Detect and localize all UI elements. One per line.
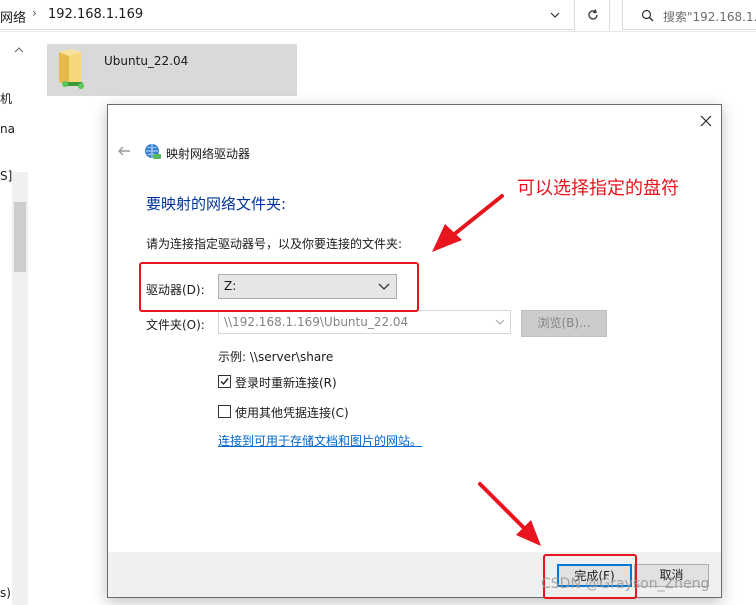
- checkmark-icon: [220, 378, 229, 386]
- nav-scrollbar-thumb[interactable]: [14, 202, 26, 272]
- chevron-down-icon: [495, 319, 505, 325]
- nav-fragment[interactable]: na: [0, 122, 15, 136]
- storage-website-link[interactable]: 连接到可用于存储文档和图片的网站。: [218, 432, 422, 449]
- reconnect-checkbox[interactable]: [218, 375, 231, 388]
- watermark: CSDN @Grayson_Zheng: [541, 576, 710, 592]
- annotation-box-drive: [139, 262, 419, 312]
- breadcrumb-separator-icon[interactable]: ›: [32, 6, 37, 20]
- example-text: 示例: \\server\share: [218, 350, 334, 364]
- address-dropdown-icon[interactable]: [548, 8, 562, 22]
- annotation-note: 可以选择指定的盘符: [517, 178, 679, 199]
- breadcrumb-host[interactable]: 192.168.1.169: [48, 7, 143, 22]
- refresh-button[interactable]: [576, 0, 610, 30]
- navigation-pane: 机 na S] s): [0, 32, 28, 605]
- folder-name: Ubuntu_22.04: [104, 54, 189, 68]
- dialog-title: 映射网络驱动器: [166, 147, 251, 161]
- network-folder-icon: [59, 49, 84, 89]
- scroll-up-icon[interactable]: [14, 42, 24, 53]
- folder-label: 文件夹(O):: [146, 318, 205, 332]
- browse-button[interactable]: 浏览(B)...: [521, 310, 607, 337]
- instruction-text: 请为连接指定驱动器号，以及你要连接的文件夹:: [146, 237, 403, 251]
- search-icon: [641, 9, 654, 22]
- network-drive-icon: [145, 144, 161, 159]
- explorer-toolbar: 网络 › 192.168.1.169 搜索"192.168.1.169": [0, 0, 756, 32]
- browse-label: 浏览(B)...: [537, 316, 591, 330]
- folder-path-value: \\192.168.1.169\Ubuntu_22.04: [224, 315, 409, 329]
- network-folder-item[interactable]: Ubuntu_22.04: [47, 44, 297, 96]
- search-box[interactable]: 搜索"192.168.1.169": [622, 0, 756, 30]
- breadcrumb-network[interactable]: 网络: [0, 7, 26, 26]
- reconnect-label[interactable]: 登录时重新连接(R): [235, 374, 337, 391]
- refresh-icon: [588, 9, 598, 20]
- back-arrow-icon[interactable]: [116, 143, 132, 159]
- search-placeholder: 搜索"192.168.1.169": [663, 10, 756, 24]
- dialog-heading: 要映射的网络文件夹:: [146, 195, 287, 213]
- nav-fragment[interactable]: 机: [0, 90, 12, 107]
- other-credentials-label[interactable]: 使用其他凭据连接(C): [235, 404, 349, 421]
- nav-fragment[interactable]: s): [0, 586, 11, 600]
- other-credentials-checkbox[interactable]: [218, 405, 231, 418]
- nav-fragment[interactable]: S]: [0, 169, 12, 183]
- folder-path-input[interactable]: \\192.168.1.169\Ubuntu_22.04: [218, 310, 511, 334]
- address-bar[interactable]: 网络 › 192.168.1.169: [0, 0, 575, 30]
- close-icon[interactable]: [698, 113, 714, 129]
